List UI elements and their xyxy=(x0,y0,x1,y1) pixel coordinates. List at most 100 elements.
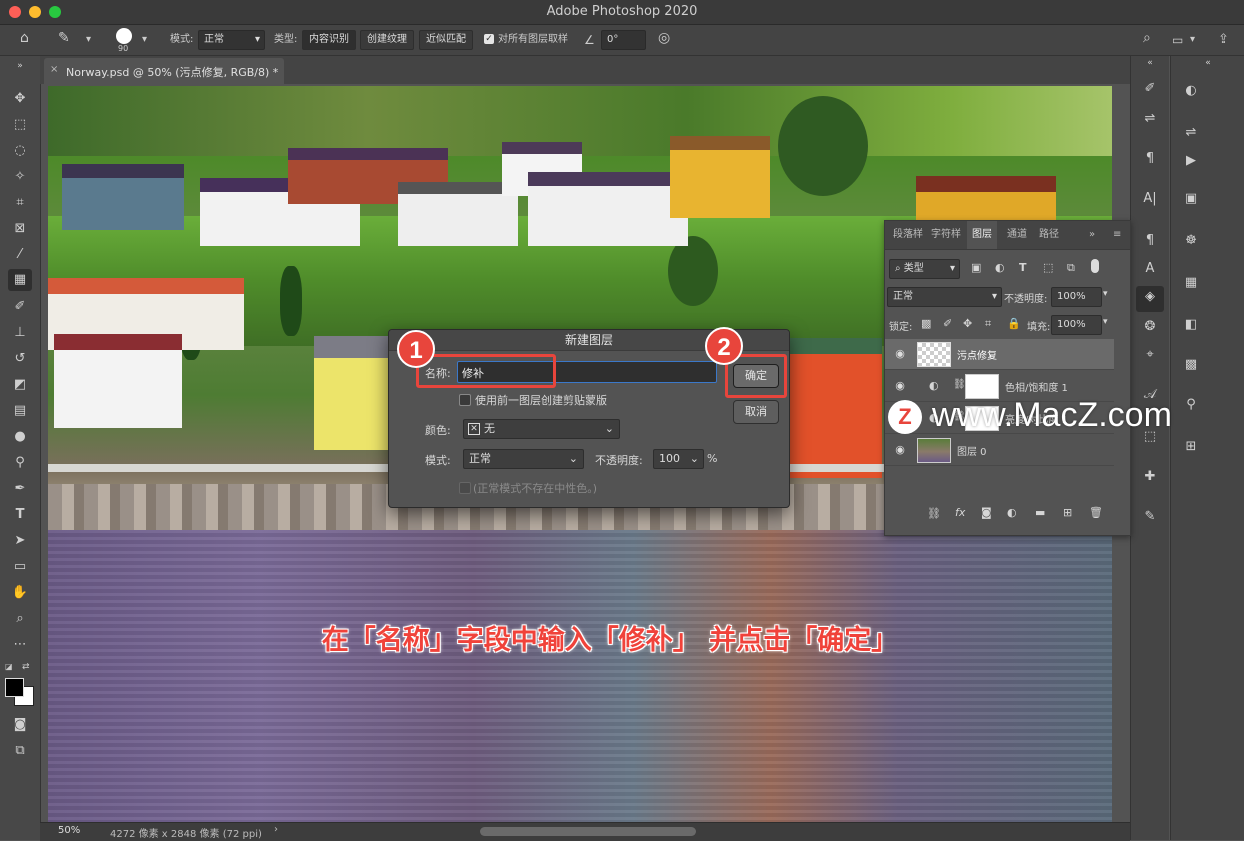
angle-input[interactable]: 0° xyxy=(601,30,646,50)
lock-image-icon[interactable]: ✐ xyxy=(943,317,952,330)
paragraph-icon[interactable]: ¶ xyxy=(1138,148,1162,170)
gradient-tool-icon[interactable]: ▤ xyxy=(8,400,32,422)
mode-select[interactable]: 正常 ⌄ xyxy=(463,449,584,469)
fill-input[interactable]: 100% xyxy=(1051,315,1102,335)
chevron-down-icon[interactable]: ▾ xyxy=(1190,31,1195,49)
new-layer-icon[interactable]: ⊞ xyxy=(1063,506,1072,519)
hand-tool-icon[interactable]: ✋ xyxy=(8,582,32,604)
spot-healing-tool-icon[interactable]: ▦ xyxy=(8,269,32,291)
chevron-down-icon[interactable]: ▾ xyxy=(1103,317,1108,327)
patterns-icon[interactable]: ▩ xyxy=(1179,354,1203,376)
fx-icon[interactable]: fx xyxy=(955,506,965,519)
character-styles-icon[interactable]: A xyxy=(1138,258,1162,280)
filter-adjustment-icon[interactable]: ◐ xyxy=(995,261,1005,274)
type-create-texture-button[interactable]: 创建纹理 xyxy=(360,30,414,50)
collapse-icon[interactable]: « xyxy=(1196,56,1220,70)
pressure-icon[interactable]: ◎ xyxy=(658,29,670,47)
pen-tool-icon[interactable]: ✒ xyxy=(8,478,32,500)
type-proximity-match-button[interactable]: 近似匹配 xyxy=(419,30,473,50)
share-icon[interactable]: ⇪ xyxy=(1218,31,1229,49)
lock-all-icon[interactable]: 🔒 xyxy=(1007,317,1021,330)
adjustments-icon[interactable]: ⇌ xyxy=(1179,122,1203,144)
visibility-eye-icon[interactable]: ◉ xyxy=(893,443,907,457)
mode-select[interactable]: 正常 ▾ xyxy=(198,30,265,50)
move-tool-icon[interactable]: ✥ xyxy=(8,88,32,110)
chevron-right-icon[interactable]: › xyxy=(274,824,278,835)
trash-icon[interactable]: 🗑 xyxy=(1089,506,1103,519)
tab-paths[interactable]: 路径 xyxy=(1039,221,1059,249)
add-mask-icon[interactable]: ◙ xyxy=(981,506,992,519)
visibility-eye-icon[interactable]: ◉ xyxy=(893,379,907,393)
libraries-icon[interactable]: ▣ xyxy=(1179,188,1203,210)
marquee-tool-icon[interactable]: ⬚ xyxy=(8,114,32,136)
layers-icon[interactable]: ◈ xyxy=(1136,286,1164,312)
spot-healing-brush-icon[interactable]: ✎ xyxy=(58,29,70,47)
type-content-aware-button[interactable]: 内容识别 xyxy=(302,30,356,50)
layer-row[interactable]: ◉ 污点修复 xyxy=(885,339,1114,370)
horizontal-scrollbar[interactable] xyxy=(480,827,696,836)
blur-tool-icon[interactable]: ● xyxy=(8,426,32,448)
chevron-down-icon[interactable]: ▾ xyxy=(86,31,91,49)
eraser-tool-icon[interactable]: ◩ xyxy=(8,374,32,396)
collapse-panel-icon[interactable]: » xyxy=(1089,221,1095,249)
workspace-icon[interactable]: ▭ xyxy=(1172,31,1183,49)
rectangle-tool-icon[interactable]: ▭ xyxy=(8,556,32,578)
frame-tool-icon[interactable]: ⊠ xyxy=(8,218,32,240)
link-layers-icon[interactable]: ⛓ xyxy=(927,507,941,520)
stamp-tool-icon[interactable]: ⊥ xyxy=(8,322,32,344)
blend-mode-select[interactable]: 正常 ▾ xyxy=(887,287,1002,307)
chevron-down-icon[interactable]: ▾ xyxy=(142,31,147,49)
close-tab-icon[interactable]: × xyxy=(50,64,58,75)
panel-menu-icon[interactable]: ≡ xyxy=(1113,221,1121,249)
default-colors-icon[interactable]: ◪ xyxy=(5,662,15,672)
opacity-input[interactable]: 100% xyxy=(1051,287,1102,307)
path-selection-tool-icon[interactable]: ➤ xyxy=(8,530,32,552)
lock-transparent-icon[interactable]: ▩ xyxy=(921,317,931,330)
cancel-button[interactable]: 取消 xyxy=(733,400,779,424)
layer-filter-select[interactable]: ⌕ 类型 ▾ xyxy=(889,259,960,279)
filter-smart-object-icon[interactable]: ⧉ xyxy=(1067,261,1075,275)
document-tab[interactable]: × Norway.psd @ 50% (污点修复, RGB/8) * xyxy=(44,58,284,84)
history-brush-tool-icon[interactable]: ↺ xyxy=(8,348,32,370)
more-tools-icon[interactable]: ⋯ xyxy=(8,634,32,656)
swatches-icon[interactable]: ☸ xyxy=(1179,230,1203,252)
eyedropper-tool-icon[interactable]: ⁄ xyxy=(8,244,32,266)
character-icon[interactable]: A| xyxy=(1138,188,1162,210)
search-icon[interactable]: ⌕ xyxy=(1143,29,1151,47)
zoom-level[interactable]: 50% xyxy=(58,825,80,836)
zoom-tool-icon[interactable]: ⌕ xyxy=(8,608,32,630)
tab-paragraph-styles[interactable]: 段落样 xyxy=(893,221,923,249)
new-adjustment-icon[interactable]: ◐ xyxy=(1007,506,1017,519)
filter-type-icon[interactable]: T xyxy=(1019,261,1027,274)
neutral-color-checkbox[interactable] xyxy=(459,482,471,494)
paths-icon[interactable]: ⌖ xyxy=(1138,344,1162,366)
paragraph-styles-icon[interactable]: ¶ xyxy=(1138,230,1162,252)
channels-icon[interactable]: ❂ xyxy=(1138,316,1162,338)
plugins-icon[interactable]: ✚ xyxy=(1138,466,1162,488)
clone-source-icon[interactable]: ⇌ xyxy=(1138,108,1162,130)
sample-all-checkbox[interactable]: ✓ xyxy=(484,34,494,44)
dodge-tool-icon[interactable]: ⚲ xyxy=(8,452,32,474)
filter-pixel-icon[interactable]: ▣ xyxy=(971,261,981,274)
visibility-eye-icon[interactable]: ◉ xyxy=(893,347,907,361)
home-icon[interactable]: ⌂ xyxy=(20,29,29,47)
chevron-down-icon[interactable]: ▾ xyxy=(1103,289,1108,299)
type-tool-icon[interactable]: T xyxy=(8,504,32,526)
grid-icon[interactable]: ▦ xyxy=(1179,272,1203,294)
foreground-color-swatch[interactable] xyxy=(5,678,24,697)
tab-layers[interactable]: 图层 xyxy=(967,221,997,249)
actions-play-icon[interactable]: ▶ xyxy=(1179,150,1203,172)
color-select[interactable]: ✕ 无 ⌄ xyxy=(463,419,620,439)
brush-settings-icon[interactable]: ✐ xyxy=(1138,78,1162,100)
collapse-icon[interactable]: « xyxy=(1138,56,1162,70)
lasso-tool-icon[interactable]: ◌ xyxy=(8,140,32,162)
quick-mask-icon[interactable]: ◙ xyxy=(8,714,32,736)
filter-shape-icon[interactable]: ⬚ xyxy=(1043,261,1053,274)
tab-channels[interactable]: 通道 xyxy=(1007,221,1027,249)
screen-mode-icon[interactable]: ⧉ xyxy=(8,740,32,762)
opacity-input[interactable]: 100 ⌄ xyxy=(653,449,704,469)
lock-artboard-icon[interactable]: ⌗ xyxy=(985,317,991,331)
filter-toggle[interactable] xyxy=(1091,259,1099,273)
crop-tool-icon[interactable]: ⌗ xyxy=(8,192,32,214)
lock-position-icon[interactable]: ✥ xyxy=(963,317,972,330)
